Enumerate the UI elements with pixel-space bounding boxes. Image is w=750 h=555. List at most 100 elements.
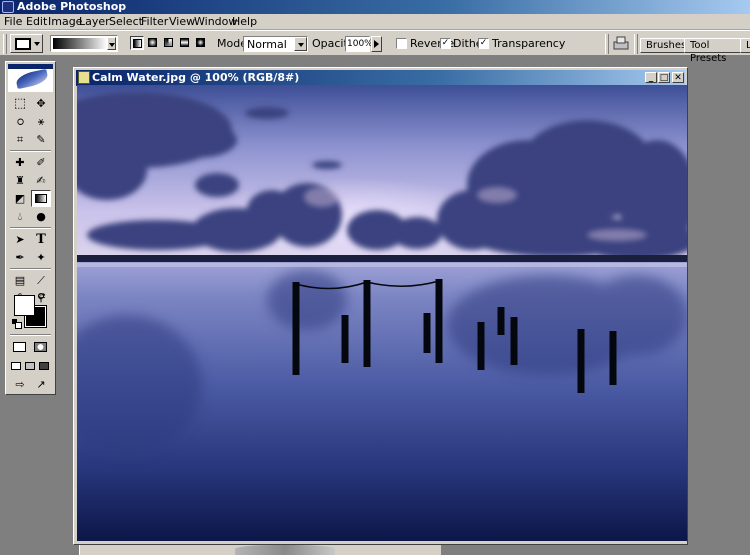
- menu-window[interactable]: Window: [194, 15, 237, 29]
- options-bar-grip[interactable]: [3, 34, 7, 54]
- opacity-slider-button[interactable]: [371, 36, 382, 52]
- lasso-icon: ഠ: [16, 115, 24, 128]
- reverse-checkbox[interactable]: [396, 38, 407, 49]
- brush-icon: ✐: [36, 156, 46, 169]
- eraser-icon: ◩: [14, 192, 26, 205]
- magic-wand-icon: ⚹: [37, 115, 45, 128]
- palette-tab-brushes[interactable]: Brushes: [640, 38, 688, 53]
- tool-gradient[interactable]: [31, 190, 51, 207]
- gradient-icon: [35, 194, 47, 203]
- tool-healing-brush[interactable]: ✚: [10, 154, 30, 171]
- menu-edit[interactable]: Edit: [26, 15, 47, 29]
- maximize-button[interactable]: □: [658, 72, 670, 83]
- tool-slice[interactable]: ✎: [31, 131, 51, 148]
- menu-bar: File Edit Image Layer Select Filter View…: [0, 14, 750, 30]
- transparency-label: Transparency: [492, 37, 566, 50]
- gradient-picker[interactable]: [50, 35, 118, 52]
- move-icon: ✥: [36, 97, 46, 110]
- slice-icon: ✎: [36, 133, 46, 146]
- tool-brush[interactable]: ✐: [31, 154, 51, 171]
- background-document-window[interactable]: [79, 545, 441, 555]
- crop-icon: ⌗: [16, 133, 24, 146]
- tool-options-bar: Mode: Normal Opacity: 100% Reverse ✓ Dit…: [0, 30, 750, 64]
- gradient-swatch: [53, 38, 107, 49]
- document-title-bar[interactable]: Calm Water.jpg @ 100% (RGB/8#) _ □ ✕: [76, 70, 685, 86]
- image-canvas[interactable]: [77, 85, 687, 541]
- palette-well-icon[interactable]: [612, 35, 630, 51]
- screen-mode-icon: [11, 362, 21, 370]
- tool-preset-picker[interactable]: [10, 34, 43, 53]
- options-bar-separator: [634, 34, 638, 54]
- tool-lasso[interactable]: ഠ: [10, 113, 30, 130]
- opacity-value: 100%: [347, 39, 373, 49]
- tool-dodge[interactable]: ●: [31, 208, 51, 225]
- app-title: Adobe Photoshop: [17, 0, 127, 13]
- palette-tab-tool-presets[interactable]: Tool Presets: [684, 38, 742, 64]
- menu-layer[interactable]: Layer: [79, 15, 110, 29]
- radial-gradient-button[interactable]: [146, 36, 160, 50]
- opacity-field[interactable]: 100%: [345, 36, 373, 52]
- linear-gradient-button[interactable]: [130, 36, 144, 50]
- menu-view[interactable]: View: [169, 15, 195, 29]
- mode-select[interactable]: Normal: [243, 36, 308, 52]
- stamp-icon: ♜: [15, 174, 25, 187]
- tool-notes[interactable]: ▤: [10, 272, 30, 289]
- screen-mode-standard[interactable]: [9, 358, 23, 375]
- options-bar-separator: [605, 34, 609, 54]
- droplet-icon: 💧︎: [17, 210, 23, 223]
- tool-shape[interactable]: ✦: [31, 249, 51, 266]
- edit-in-imageready-button[interactable]: ↗: [31, 376, 51, 393]
- quick-mask-button[interactable]: [31, 339, 51, 356]
- tool-pen[interactable]: ✒: [10, 249, 30, 266]
- toolbox-header-logo[interactable]: [8, 64, 53, 92]
- screen-mode-full[interactable]: [37, 358, 51, 375]
- tool-move[interactable]: ✥: [31, 95, 51, 112]
- document-icon: [78, 71, 90, 84]
- palette-tab-layer-comps[interactable]: L: [740, 38, 750, 53]
- tool-magic-wand[interactable]: ⚹: [31, 113, 51, 130]
- menu-select[interactable]: Select: [109, 15, 143, 29]
- mode-value: Normal: [247, 38, 287, 51]
- transparency-checkbox[interactable]: ✓: [478, 38, 489, 49]
- jump-to-imageready-button[interactable]: ⇨: [10, 376, 30, 393]
- type-icon: T: [36, 232, 46, 247]
- swap-colors-icon[interactable]: ⇄: [38, 292, 48, 302]
- eyedropper-icon: ⟋: [37, 274, 45, 287]
- check-icon: ✓: [479, 38, 488, 48]
- minimize-button[interactable]: _: [645, 72, 657, 83]
- menu-image[interactable]: Image: [48, 15, 82, 29]
- toolbox: ⬚ ✥ ഠ ⚹ ⌗ ✎ ✚ ✐ ♜ ✍ ◩ 💧︎ ● ➤ T ✒ ✦ ▤ ⟋ ✋…: [5, 61, 56, 395]
- tool-eyedropper[interactable]: ⟋: [31, 272, 51, 289]
- tool-crop[interactable]: ⌗: [10, 131, 30, 148]
- chevron-down-icon: [34, 42, 40, 46]
- dither-checkbox[interactable]: ✓: [440, 38, 451, 49]
- tool-path-selection[interactable]: ➤: [10, 231, 30, 248]
- menu-file[interactable]: File: [4, 15, 22, 29]
- menu-filter[interactable]: Filter: [141, 15, 168, 29]
- toolbox-title-band: [8, 64, 53, 69]
- history-brush-icon: ✍: [36, 174, 46, 187]
- chevron-down-icon[interactable]: [107, 37, 116, 50]
- triangle-right-icon: [374, 40, 379, 48]
- tool-marquee[interactable]: ⬚: [10, 95, 30, 112]
- reflected-gradient-button[interactable]: [178, 36, 192, 50]
- custom-shape-icon: ✦: [36, 251, 46, 264]
- angle-gradient-button[interactable]: [162, 36, 176, 50]
- app-title-bar: Adobe Photoshop: [0, 0, 750, 14]
- screen-mode-icon: [25, 362, 35, 370]
- menu-help[interactable]: Help: [232, 15, 257, 29]
- tool-eraser[interactable]: ◩: [10, 190, 30, 207]
- close-button[interactable]: ✕: [672, 72, 684, 83]
- default-colors-icon[interactable]: [12, 319, 22, 329]
- arrow-pointer-icon: ➤: [15, 233, 25, 246]
- tool-blur[interactable]: 💧︎: [10, 208, 30, 225]
- standard-mode-button[interactable]: [10, 339, 30, 356]
- tool-history-brush[interactable]: ✍: [31, 172, 51, 189]
- foreground-color-swatch[interactable]: [14, 295, 35, 316]
- screen-mode-icon: [39, 362, 49, 370]
- diamond-gradient-button[interactable]: [194, 36, 208, 50]
- tool-clone-stamp[interactable]: ♜: [10, 172, 30, 189]
- marquee-icon: ⬚: [13, 96, 27, 111]
- tool-type[interactable]: T: [31, 231, 51, 248]
- screen-mode-full-menu[interactable]: [23, 358, 37, 375]
